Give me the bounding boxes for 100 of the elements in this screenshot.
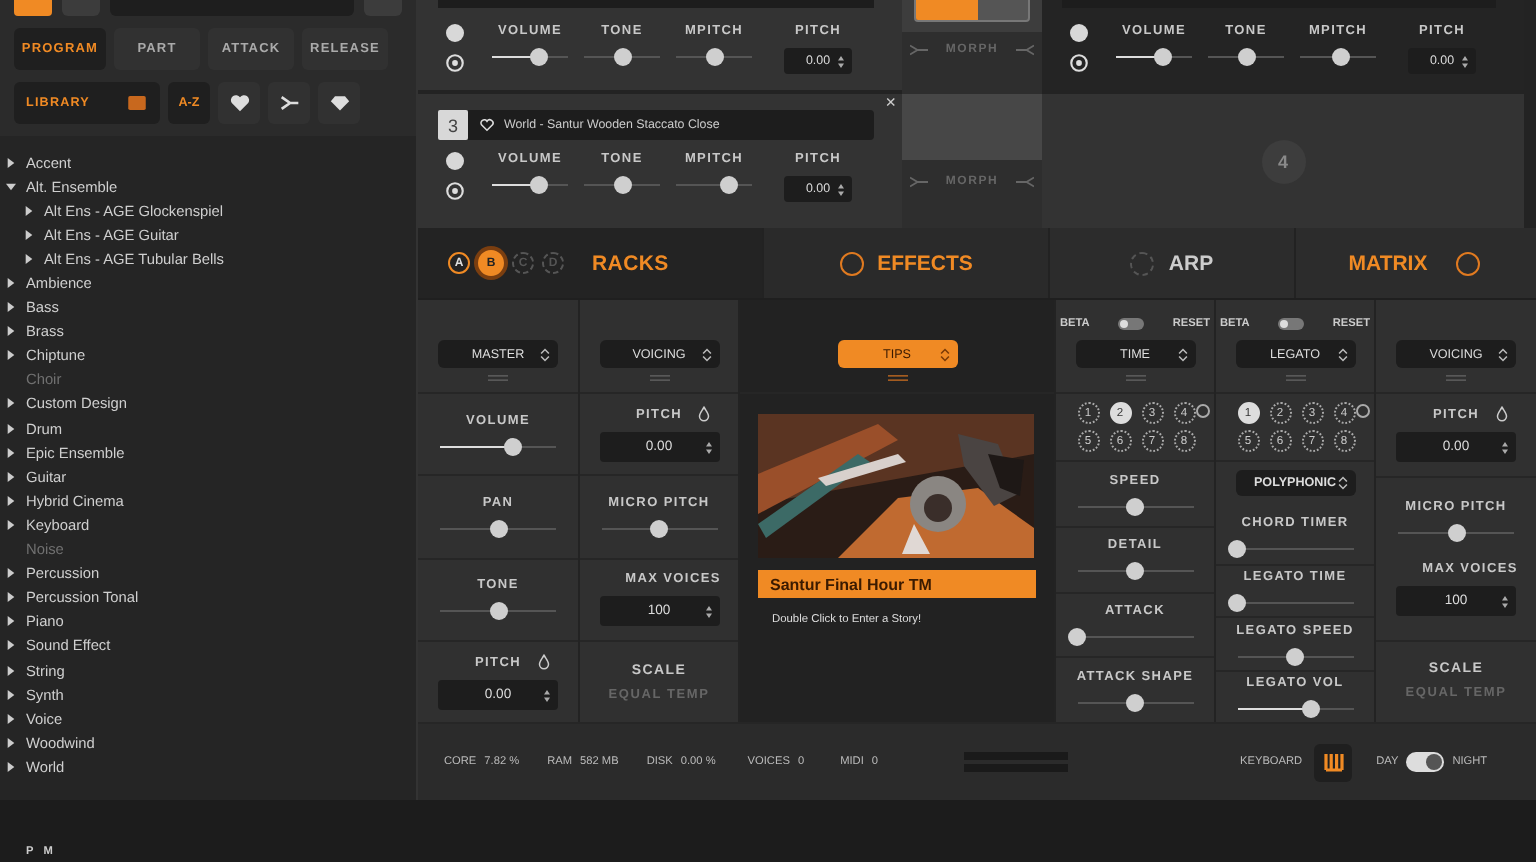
slider-thumb[interactable] [1126, 497, 1144, 516]
caret-icon [6, 713, 16, 724]
power-icon[interactable] [1069, 24, 1087, 42]
drop-icon[interactable] [1495, 406, 1507, 423]
drag-handle-icon[interactable] [887, 374, 907, 383]
caret-icon [24, 205, 34, 216]
caret-icon [6, 689, 16, 700]
slider-thumb[interactable] [613, 176, 631, 194]
heart-icon[interactable] [480, 118, 494, 132]
slot-number: 3 [438, 110, 468, 140]
caret-icon [6, 350, 16, 361]
slider-thumb[interactable] [1286, 647, 1304, 666]
drop-icon[interactable] [537, 654, 549, 671]
slider-thumb[interactable] [613, 48, 631, 66]
caret-icon [6, 761, 16, 772]
piano-keys-icon [1323, 752, 1344, 773]
slider-thumb[interactable] [530, 48, 549, 66]
diamond-button[interactable] [318, 82, 360, 124]
stepper-icon[interactable] [838, 183, 844, 195]
slider-thumb[interactable] [1228, 539, 1246, 558]
slider-thumb[interactable] [720, 176, 739, 194]
slider-thumb[interactable] [1237, 48, 1255, 66]
updown-icon[interactable] [1337, 475, 1347, 490]
slider-thumb[interactable] [1228, 594, 1246, 613]
beta-toggle[interactable] [1278, 318, 1305, 331]
caret-icon [6, 423, 16, 434]
updown-icon[interactable] [1337, 347, 1347, 362]
caret-icon [6, 616, 16, 627]
slider-thumb[interactable] [705, 48, 723, 66]
stepper-icon[interactable] [1462, 55, 1468, 67]
stepper-icon[interactable] [705, 441, 711, 454]
stepper-icon[interactable] [1502, 595, 1508, 608]
slider-thumb[interactable] [1126, 693, 1144, 712]
power-ring-icon [1130, 251, 1155, 276]
slider-thumb[interactable] [489, 602, 507, 621]
list-icon [128, 96, 146, 110]
heart-button[interactable] [218, 82, 260, 124]
power-icon[interactable] [445, 24, 463, 42]
split-icon [1016, 176, 1034, 188]
caret-icon [6, 157, 16, 168]
updown-icon[interactable] [701, 347, 711, 362]
updown-icon[interactable] [1177, 347, 1187, 362]
caret-icon [6, 302, 16, 313]
slider-thumb[interactable] [489, 520, 507, 539]
stepper-icon[interactable] [705, 605, 711, 618]
morph-slider[interactable] [914, 0, 1030, 22]
theme-toggle[interactable] [1406, 752, 1445, 773]
caret-icon [6, 519, 16, 530]
slider-thumb[interactable] [1126, 562, 1144, 581]
tab-title[interactable]: RACKS [592, 251, 669, 276]
caret-icon [6, 592, 16, 603]
caret-icon [6, 665, 16, 676]
heart-icon [229, 94, 249, 112]
caret-icon [6, 326, 16, 337]
story-title[interactable]: Santur Final Hour TM [758, 570, 1036, 599]
drag-handle-icon[interactable] [1285, 374, 1305, 383]
drag-handle-icon[interactable] [1125, 374, 1145, 383]
slider-thumb[interactable] [1332, 48, 1351, 66]
aperture-icon[interactable] [445, 54, 463, 72]
caret-icon [6, 471, 16, 482]
aperture-icon[interactable] [445, 182, 463, 200]
caret-icon [6, 737, 16, 748]
split-icon [1016, 44, 1034, 56]
caret-icon [6, 640, 16, 651]
slider-thumb[interactable] [1447, 524, 1465, 543]
power-ring-icon [1455, 251, 1480, 276]
drag-handle-icon[interactable] [488, 374, 508, 383]
stepper-icon[interactable] [1502, 441, 1508, 454]
updown-icon[interactable] [540, 347, 550, 362]
power-ring-icon [839, 251, 864, 276]
caret-icon [6, 398, 16, 409]
beta-toggle[interactable] [1118, 318, 1145, 331]
caret-icon [6, 495, 16, 506]
caret-icon [6, 278, 16, 289]
circle-icon[interactable] [1196, 404, 1210, 419]
fork-button[interactable] [268, 82, 310, 124]
stepper-icon[interactable] [544, 689, 550, 702]
slider-thumb[interactable] [504, 437, 523, 456]
stepper-icon[interactable] [838, 55, 844, 67]
slider-thumb[interactable] [1154, 48, 1173, 66]
drag-handle-icon[interactable] [1446, 374, 1466, 383]
caret-icon [6, 447, 16, 458]
power-icon[interactable] [445, 152, 463, 170]
close-button[interactable]: × [885, 92, 896, 112]
circle-icon[interactable] [1356, 404, 1370, 419]
drag-handle-icon[interactable] [649, 374, 669, 383]
caret-icon [24, 229, 34, 240]
fork-icon [279, 94, 299, 112]
aperture-icon[interactable] [1069, 54, 1087, 72]
diamond-icon [329, 94, 349, 112]
slider-thumb[interactable] [1301, 700, 1320, 718]
slider-thumb[interactable] [650, 520, 668, 539]
slider-thumb[interactable] [530, 176, 549, 194]
caret-icon [6, 568, 16, 579]
caret-icon [6, 181, 16, 192]
slider-thumb[interactable] [1068, 628, 1086, 647]
caret-icon [24, 253, 34, 264]
drop-icon[interactable] [698, 406, 710, 423]
piano-keys-button[interactable] [1314, 743, 1353, 782]
updown-icon[interactable] [1498, 347, 1508, 362]
